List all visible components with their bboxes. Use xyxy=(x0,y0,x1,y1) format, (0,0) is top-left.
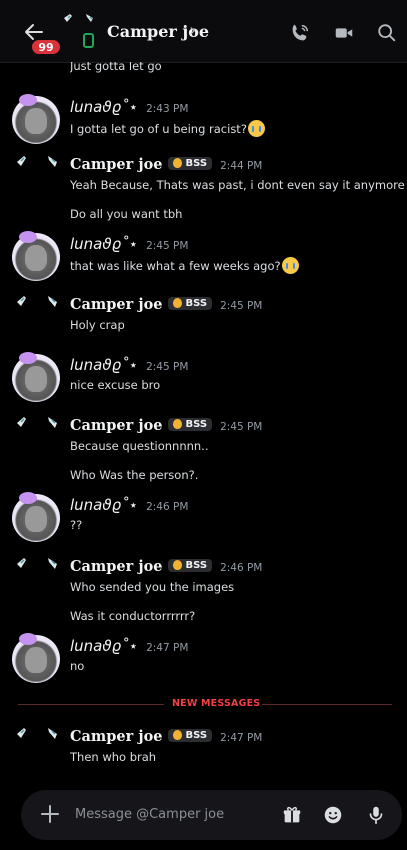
server-tag[interactable]: BSS xyxy=(168,728,213,742)
server-tag-icon xyxy=(173,419,183,429)
author-name[interactable]: lunaϑϱ˚⋆ xyxy=(70,496,138,514)
server-tag-icon xyxy=(173,560,183,570)
timestamp: 2:45 PM xyxy=(220,300,263,312)
author-name[interactable]: Camper joe xyxy=(70,417,162,434)
server-tag-icon xyxy=(173,730,183,740)
author-name[interactable]: lunaϑϱ˚⋆ xyxy=(70,637,138,655)
new-messages-divider: NEW MESSAGES xyxy=(172,698,261,709)
user-avatar[interactable] xyxy=(12,633,60,683)
server-tag-icon xyxy=(173,298,183,308)
timestamp: 2:45 PM xyxy=(146,361,189,373)
message-text: I gotta let go of u being racist? xyxy=(70,120,265,137)
gift-icon[interactable] xyxy=(281,804,303,826)
phone-call-icon[interactable] xyxy=(289,22,311,44)
chat-header: 99 Camper joe › xyxy=(0,0,407,63)
author-name[interactable]: Camper joe xyxy=(70,156,162,173)
contact-avatar[interactable] xyxy=(60,12,100,52)
chevron-right-icon[interactable]: › xyxy=(189,20,196,41)
server-tag-icon xyxy=(173,158,183,168)
emoji-smile-icon[interactable] xyxy=(322,804,344,826)
microphone-icon[interactable] xyxy=(365,804,387,826)
user-avatar[interactable] xyxy=(15,294,63,326)
timestamp: 2:47 PM xyxy=(146,642,189,654)
message-text: Do all you want tbh xyxy=(70,207,183,221)
message-text: Yeah Because, Thats was past, i dont eve… xyxy=(70,178,405,192)
timestamp: 2:46 PM xyxy=(146,501,189,513)
timestamp: 2:46 PM xyxy=(220,562,263,574)
user-avatar[interactable] xyxy=(15,726,63,758)
search-icon[interactable] xyxy=(376,22,398,44)
message-composer: Message @Camper joe xyxy=(21,790,402,840)
server-tag[interactable]: BSS xyxy=(168,417,213,431)
video-camera-icon[interactable] xyxy=(333,22,355,44)
timestamp: 2:45 PM xyxy=(220,421,263,433)
loudly-crying-face-icon xyxy=(281,257,299,274)
user-avatar[interactable] xyxy=(12,231,60,281)
user-avatar[interactable] xyxy=(15,556,63,588)
message-text: Then who brah xyxy=(70,750,157,764)
message-input[interactable]: Message @Camper joe xyxy=(75,807,224,822)
user-avatar[interactable] xyxy=(12,94,60,144)
server-tag[interactable]: BSS xyxy=(168,296,213,310)
user-avatar[interactable] xyxy=(12,492,60,542)
author-name[interactable]: Camper joe xyxy=(70,558,162,575)
timestamp: 2:44 PM xyxy=(220,160,263,172)
user-avatar[interactable] xyxy=(15,154,63,186)
timestamp: 2:45 PM xyxy=(146,240,189,252)
plus-icon[interactable] xyxy=(38,802,62,826)
message-list[interactable]: Just gotta let go lunaϑϱ˚⋆ 2:43 PM I got… xyxy=(0,62,407,780)
message-text: Was it conductorrrrrr? xyxy=(70,609,196,623)
divider-line xyxy=(262,704,392,705)
timestamp: 2:47 PM xyxy=(220,732,263,744)
message-text: no xyxy=(70,659,85,673)
timestamp: 2:43 PM xyxy=(146,103,189,115)
mobile-status-icon xyxy=(83,33,94,48)
message-text: Who sended you the images xyxy=(70,580,235,594)
user-avatar[interactable] xyxy=(12,352,60,402)
author-name[interactable]: lunaϑϱ˚⋆ xyxy=(70,235,138,253)
author-name[interactable]: Camper joe xyxy=(70,296,162,313)
unread-count-badge: 99 xyxy=(30,38,62,56)
loudly-crying-face-icon xyxy=(247,120,265,137)
message-text: Who Was the person?. xyxy=(70,468,199,482)
message-text: ?? xyxy=(70,518,83,532)
message-text: Because questionnnnn.. xyxy=(70,439,209,453)
message-text: that was like what a few weeks ago? xyxy=(70,257,299,274)
server-tag[interactable]: BSS xyxy=(168,558,213,572)
user-avatar[interactable] xyxy=(15,415,63,447)
server-tag[interactable]: BSS xyxy=(168,156,213,170)
message-text: nice excuse bro xyxy=(70,378,161,392)
author-name[interactable]: Camper joe xyxy=(70,728,162,745)
message-text: Holy crap xyxy=(70,318,125,332)
author-name[interactable]: lunaϑϱ˚⋆ xyxy=(70,356,138,374)
author-name[interactable]: lunaϑϱ˚⋆ xyxy=(70,98,138,116)
divider-line xyxy=(18,704,164,705)
previous-message-text: Just gotta let go xyxy=(70,62,162,73)
